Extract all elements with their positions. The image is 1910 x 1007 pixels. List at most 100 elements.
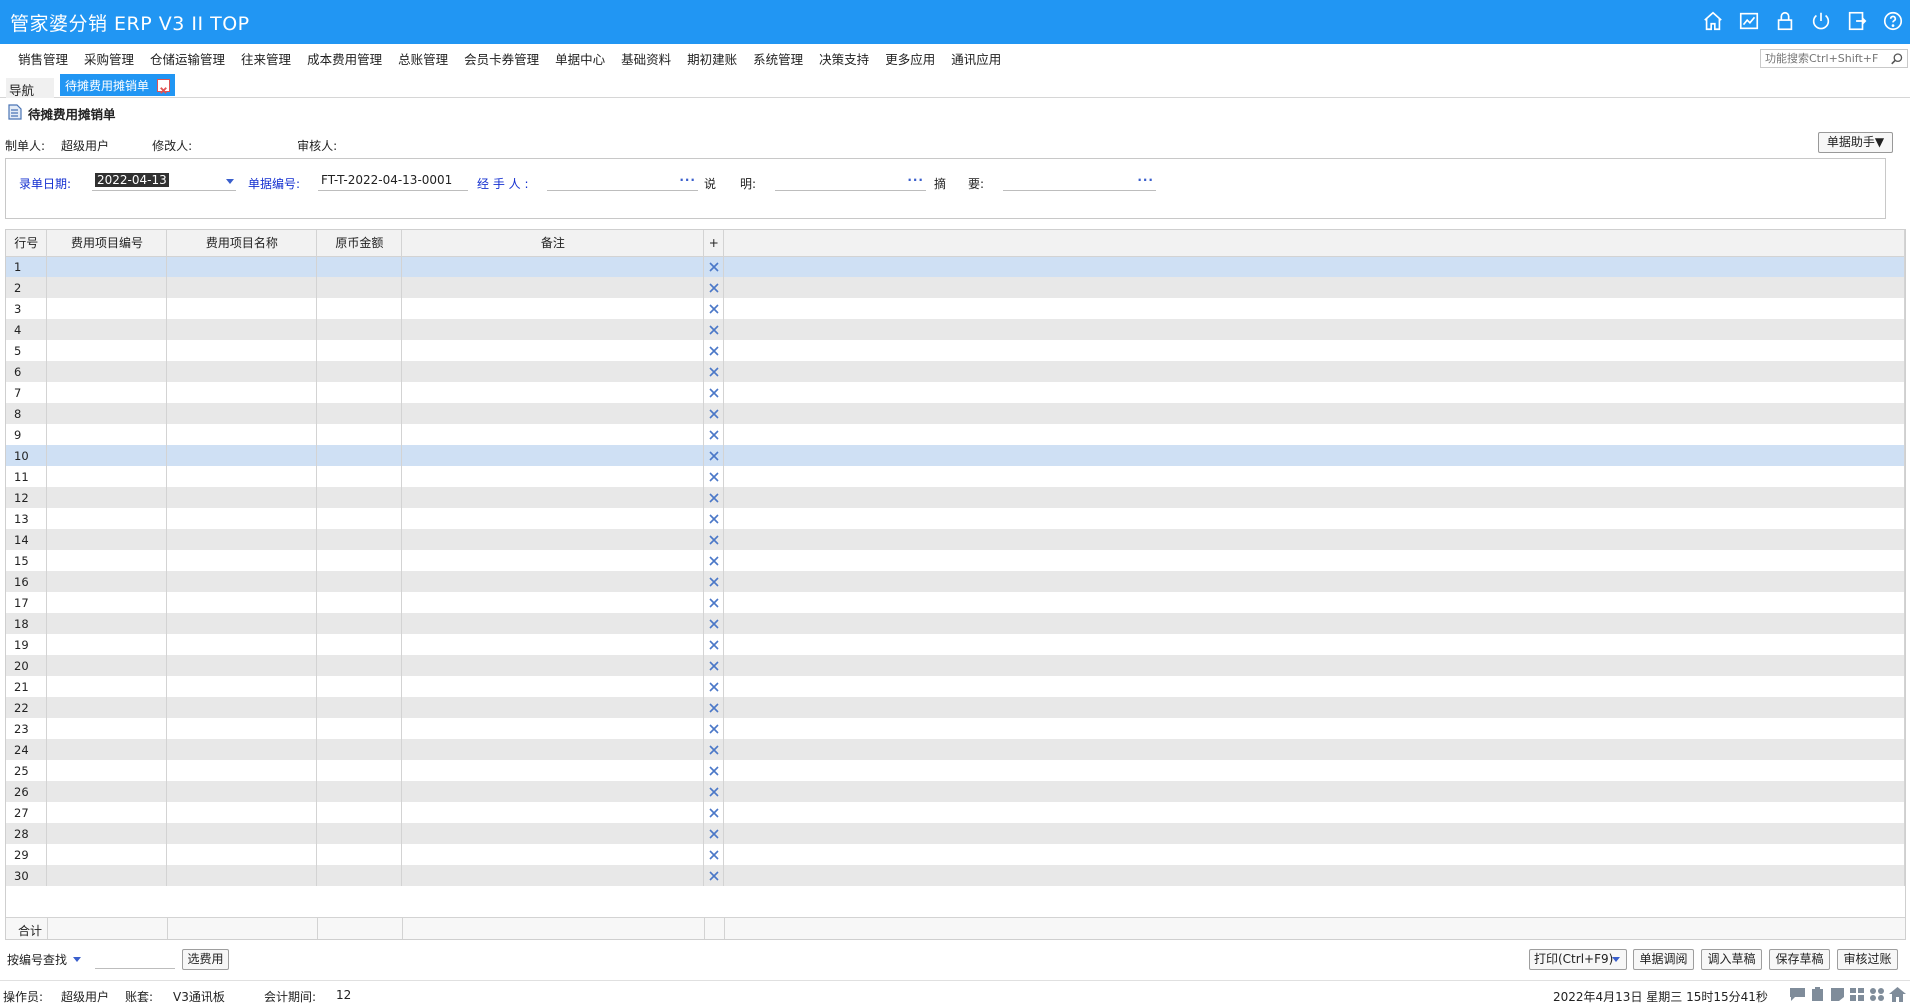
- delete-row-icon[interactable]: [709, 743, 719, 757]
- cell-expense-code[interactable]: [46, 697, 168, 718]
- delete-row-icon[interactable]: [709, 848, 719, 862]
- cell-amount[interactable]: [316, 319, 403, 340]
- cell-expense-name[interactable]: [166, 613, 318, 634]
- table-row[interactable]: 6: [6, 361, 1905, 382]
- cell-amount[interactable]: [316, 802, 403, 823]
- table-row[interactable]: 28: [6, 823, 1905, 844]
- cell-expense-name[interactable]: [166, 844, 318, 865]
- cell-expense-name[interactable]: [166, 319, 318, 340]
- cell-amount[interactable]: [316, 445, 403, 466]
- ellipsis-icon[interactable]: ···: [679, 172, 696, 189]
- delete-row-icon[interactable]: [709, 575, 719, 589]
- cell-expense-code[interactable]: [46, 571, 168, 592]
- cell-amount[interactable]: [316, 760, 403, 781]
- cell-expense-code[interactable]: [46, 382, 168, 403]
- cell-expense-name[interactable]: [166, 277, 318, 298]
- cell-amount[interactable]: [316, 592, 403, 613]
- delete-row-icon[interactable]: [709, 260, 719, 274]
- delete-row-cell[interactable]: [703, 718, 725, 739]
- handler-input[interactable]: ···: [547, 172, 698, 191]
- cell-remark[interactable]: [401, 466, 705, 487]
- table-row[interactable]: 8: [6, 403, 1905, 424]
- cell-remark[interactable]: [401, 655, 705, 676]
- home-icon[interactable]: [1889, 987, 1906, 1002]
- cell-remark[interactable]: [401, 781, 705, 802]
- table-row[interactable]: 16: [6, 571, 1905, 592]
- cell-remark[interactable]: [401, 487, 705, 508]
- review-post-button[interactable]: 审核过账: [1837, 949, 1898, 970]
- cell-expense-code[interactable]: [46, 865, 168, 886]
- cell-expense-code[interactable]: [46, 613, 168, 634]
- delete-row-icon[interactable]: [709, 470, 719, 484]
- find-input[interactable]: [95, 949, 175, 969]
- cell-expense-code[interactable]: [46, 466, 168, 487]
- cell-remark[interactable]: [401, 403, 705, 424]
- delete-row-cell[interactable]: [703, 382, 725, 403]
- cell-expense-name[interactable]: [166, 781, 318, 802]
- cell-expense-name[interactable]: [166, 529, 318, 550]
- delete-row-icon[interactable]: [709, 281, 719, 295]
- cell-expense-name[interactable]: [166, 592, 318, 613]
- table-row[interactable]: 20: [6, 655, 1905, 676]
- delete-row-cell[interactable]: [703, 340, 725, 361]
- bill-assistant-button[interactable]: 单据助手▼: [1818, 132, 1893, 153]
- note-icon[interactable]: [1829, 987, 1846, 1002]
- select-expense-button[interactable]: 选费用: [182, 949, 229, 970]
- delete-row-icon[interactable]: [709, 659, 719, 673]
- grid-icon[interactable]: [1849, 987, 1866, 1002]
- ellipsis-icon[interactable]: ···: [1137, 172, 1154, 189]
- delete-row-icon[interactable]: [709, 449, 719, 463]
- cell-amount[interactable]: [316, 424, 403, 445]
- menu-member[interactable]: 会员卡券管理: [456, 49, 547, 68]
- date-input[interactable]: 2022-04-13: [92, 172, 236, 191]
- cell-expense-code[interactable]: [46, 655, 168, 676]
- cell-remark[interactable]: [401, 739, 705, 760]
- cell-amount[interactable]: [316, 718, 403, 739]
- cell-expense-code[interactable]: [46, 277, 168, 298]
- cell-expense-name[interactable]: [166, 634, 318, 655]
- cell-remark[interactable]: [401, 865, 705, 886]
- home-icon[interactable]: [1700, 8, 1726, 34]
- col-amount[interactable]: 原币金额: [316, 230, 403, 257]
- cell-amount[interactable]: [316, 256, 403, 277]
- cell-expense-name[interactable]: [166, 676, 318, 697]
- cell-expense-code[interactable]: [46, 739, 168, 760]
- menu-cost[interactable]: 成本费用管理: [299, 49, 390, 68]
- cell-remark[interactable]: [401, 361, 705, 382]
- delete-row-icon[interactable]: [709, 428, 719, 442]
- delete-row-cell[interactable]: [703, 361, 725, 382]
- apps-icon[interactable]: [1869, 987, 1886, 1002]
- cell-expense-code[interactable]: [46, 361, 168, 382]
- cell-remark[interactable]: [401, 760, 705, 781]
- cell-amount[interactable]: [316, 403, 403, 424]
- delete-row-cell[interactable]: [703, 256, 725, 277]
- delete-row-icon[interactable]: [709, 764, 719, 778]
- delete-row-cell[interactable]: [703, 865, 725, 886]
- delete-row-cell[interactable]: [703, 613, 725, 634]
- table-row[interactable]: 10: [6, 445, 1905, 466]
- cell-expense-code[interactable]: [46, 319, 168, 340]
- help-icon[interactable]: [1880, 8, 1906, 34]
- cell-remark[interactable]: [401, 424, 705, 445]
- cell-expense-code[interactable]: [46, 634, 168, 655]
- cell-amount[interactable]: [316, 823, 403, 844]
- cell-remark[interactable]: [401, 298, 705, 319]
- menu-basic[interactable]: 基础资料: [613, 49, 679, 68]
- delete-row-icon[interactable]: [709, 386, 719, 400]
- cell-expense-code[interactable]: [46, 298, 168, 319]
- cell-amount[interactable]: [316, 865, 403, 886]
- cell-remark[interactable]: [401, 340, 705, 361]
- delete-row-icon[interactable]: [709, 533, 719, 547]
- cell-remark[interactable]: [401, 823, 705, 844]
- search-icon[interactable]: [1890, 52, 1904, 66]
- menu-sales[interactable]: 销售管理: [10, 49, 76, 68]
- clipboard-icon[interactable]: [1809, 987, 1826, 1002]
- delete-row-cell[interactable]: [703, 697, 725, 718]
- cell-amount[interactable]: [316, 844, 403, 865]
- delete-row-icon[interactable]: [709, 323, 719, 337]
- table-row[interactable]: 23: [6, 718, 1905, 739]
- cell-amount[interactable]: [316, 382, 403, 403]
- cell-expense-name[interactable]: [166, 487, 318, 508]
- delete-row-cell[interactable]: [703, 403, 725, 424]
- summary-input[interactable]: ···: [1003, 172, 1156, 191]
